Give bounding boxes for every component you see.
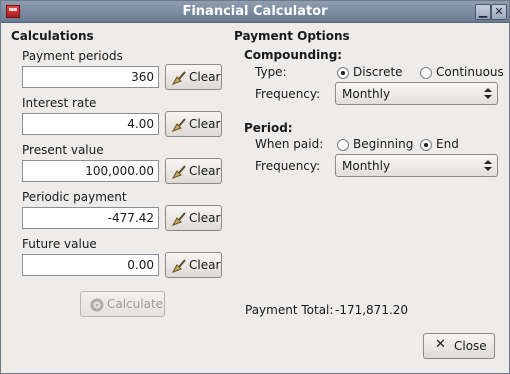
updown-arrow-icon xyxy=(484,88,492,99)
window-close-button[interactable]: ✕ xyxy=(491,4,507,20)
close-button[interactable]: ✕ Close xyxy=(423,333,495,359)
close-label: Close xyxy=(454,339,487,353)
future-value-input[interactable]: 0.00 xyxy=(22,254,159,276)
clear-periodic-payment-button[interactable]: Clear xyxy=(165,205,222,231)
broom-icon xyxy=(171,71,186,85)
payment-periods-input[interactable]: 360 xyxy=(22,66,159,88)
financial-calculator-window: Financial Calculator ▁ ✕ Calculations Pa… xyxy=(0,0,510,374)
clear-label: Clear xyxy=(189,164,221,178)
clear-label: Clear xyxy=(189,70,221,84)
clear-label: Clear xyxy=(189,211,221,225)
payment-options-heading: Payment Options xyxy=(234,29,350,43)
minimize-icon: ▁ xyxy=(478,5,488,18)
period-frequency-value: Monthly xyxy=(342,159,391,173)
clear-present-value-button[interactable]: Clear xyxy=(165,158,222,184)
calculate-button[interactable]: Calculate xyxy=(80,291,165,317)
compounding-frequency-select[interactable]: Monthly xyxy=(335,82,498,105)
present-value-label: Present value xyxy=(22,143,104,157)
broom-icon xyxy=(171,165,186,179)
updown-arrow-icon xyxy=(484,160,492,171)
periodic-payment-input[interactable]: -477.42 xyxy=(22,207,159,229)
period-frequency-select[interactable]: Monthly xyxy=(335,154,498,177)
window-title: Financial Calculator xyxy=(182,4,328,19)
clear-label: Clear xyxy=(189,117,221,131)
gear-icon xyxy=(90,298,104,312)
close-icon: ✕ xyxy=(494,5,504,18)
broom-icon xyxy=(171,259,186,273)
discrete-label: Discrete xyxy=(353,65,403,79)
minimize-button[interactable]: ▁ xyxy=(475,4,491,20)
clear-interest-rate-button[interactable]: Clear xyxy=(165,111,222,137)
compounding-type-label: Type: xyxy=(255,65,287,79)
end-radio[interactable] xyxy=(420,139,432,151)
compounding-heading: Compounding: xyxy=(244,48,343,62)
discrete-radio[interactable] xyxy=(337,67,349,79)
calculations-heading: Calculations xyxy=(11,29,94,43)
broom-icon xyxy=(171,212,186,226)
calculate-label: Calculate xyxy=(107,297,164,311)
clear-future-value-button[interactable]: Clear xyxy=(165,252,222,278)
periodic-payment-label: Periodic payment xyxy=(22,190,127,204)
when-paid-label: When paid: xyxy=(255,137,324,151)
end-label: End xyxy=(436,137,459,151)
payment-total-value: -171,871.20 xyxy=(335,303,409,317)
payment-periods-label: Payment periods xyxy=(22,49,123,63)
present-value-input[interactable]: 100,000.00 xyxy=(22,160,159,182)
broom-icon xyxy=(171,118,186,132)
compounding-frequency-value: Monthly xyxy=(342,87,391,101)
continuous-radio[interactable] xyxy=(420,67,432,79)
beginning-radio[interactable] xyxy=(337,139,349,151)
continuous-label: Continuous xyxy=(436,65,504,79)
beginning-label: Beginning xyxy=(353,137,414,151)
title-bar[interactable]: Financial Calculator ▁ ✕ xyxy=(1,1,509,23)
clear-label: Clear xyxy=(189,258,221,272)
interest-rate-label: Interest rate xyxy=(22,96,97,110)
clear-payment-periods-button[interactable]: Clear xyxy=(165,64,222,90)
future-value-label: Future value xyxy=(22,237,97,251)
interest-rate-input[interactable]: 4.00 xyxy=(22,113,159,135)
payment-total-label: Payment Total: xyxy=(245,303,334,317)
close-icon: ✕ xyxy=(435,337,446,352)
period-frequency-label: Frequency: xyxy=(255,159,321,173)
compounding-frequency-label: Frequency: xyxy=(255,87,321,101)
period-heading: Period: xyxy=(244,121,293,135)
